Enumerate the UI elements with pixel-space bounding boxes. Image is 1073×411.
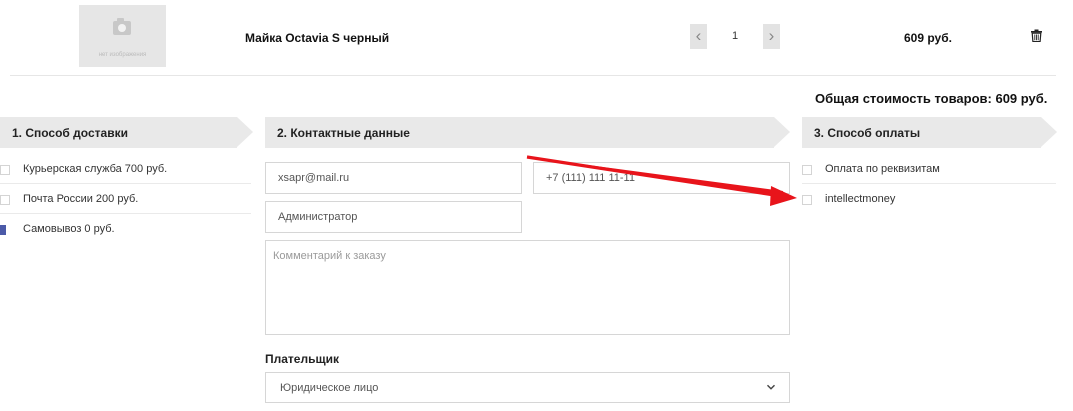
payment-option-label: Оплата по реквизитам <box>825 163 940 175</box>
no-image-caption: нет изображения <box>98 52 147 58</box>
contacts-section-title: 2. Контактные данные <box>277 126 410 140</box>
order-total: Общая стоимость товаров: 609 руб. <box>815 91 1048 106</box>
payment-section-title: 3. Способ оплаты <box>814 126 921 140</box>
phone-field[interactable] <box>533 162 790 194</box>
contacts-section-header: 2. Контактные данные <box>265 117 790 148</box>
delivery-option-checkbox[interactable] <box>0 195 10 205</box>
divider <box>10 75 1056 76</box>
quantity-value[interactable]: 1 <box>711 24 759 49</box>
payment-option-label: intellectmoney <box>825 193 896 205</box>
camera-icon <box>113 18 131 35</box>
trash-icon[interactable] <box>1031 29 1042 42</box>
delivery-section-header: 1. Способ доставки <box>0 117 253 148</box>
payment-option-intellectmoney[interactable]: intellectmoney <box>802 184 1056 214</box>
payer-label: Плательщик <box>265 352 339 366</box>
delivery-option-checkbox-checked[interactable] <box>0 225 6 235</box>
delivery-section-title: 1. Способ доставки <box>12 126 128 140</box>
product-name[interactable]: Майка Octavia S черный <box>245 31 389 45</box>
product-price: 609 руб. <box>904 31 952 45</box>
payment-option-checkbox[interactable] <box>802 195 812 205</box>
delivery-option-checkbox[interactable] <box>0 165 10 175</box>
delivery-option-courier[interactable]: Курьерская служба 700 руб. <box>0 154 251 184</box>
name-field[interactable] <box>265 201 522 233</box>
quantity-increase-button[interactable]: › <box>763 24 780 49</box>
product-image-placeholder: нет изображения <box>79 5 166 67</box>
delivery-option-label: Курьерская служба 700 руб. <box>23 163 168 175</box>
payment-option-checkbox[interactable] <box>802 165 812 175</box>
quantity-decrease-button[interactable]: ‹ <box>690 24 707 49</box>
payment-section-header: 3. Способ оплаты <box>802 117 1057 148</box>
delivery-option-label: Почта России 200 руб. <box>23 193 139 205</box>
payer-type-select[interactable]: Юридическое лицо <box>265 372 790 403</box>
payer-type-selected: Юридическое лицо <box>280 382 379 394</box>
delivery-option-pickup[interactable]: Самовывоз 0 руб. <box>0 214 251 244</box>
order-comment-field[interactable] <box>265 240 790 335</box>
chevron-down-icon <box>766 384 776 390</box>
payment-option-requisites[interactable]: Оплата по реквизитам <box>802 154 1056 184</box>
email-field[interactable] <box>265 162 522 194</box>
delivery-option-post[interactable]: Почта России 200 руб. <box>0 184 251 214</box>
delivery-option-label: Самовывоз 0 руб. <box>23 223 115 235</box>
